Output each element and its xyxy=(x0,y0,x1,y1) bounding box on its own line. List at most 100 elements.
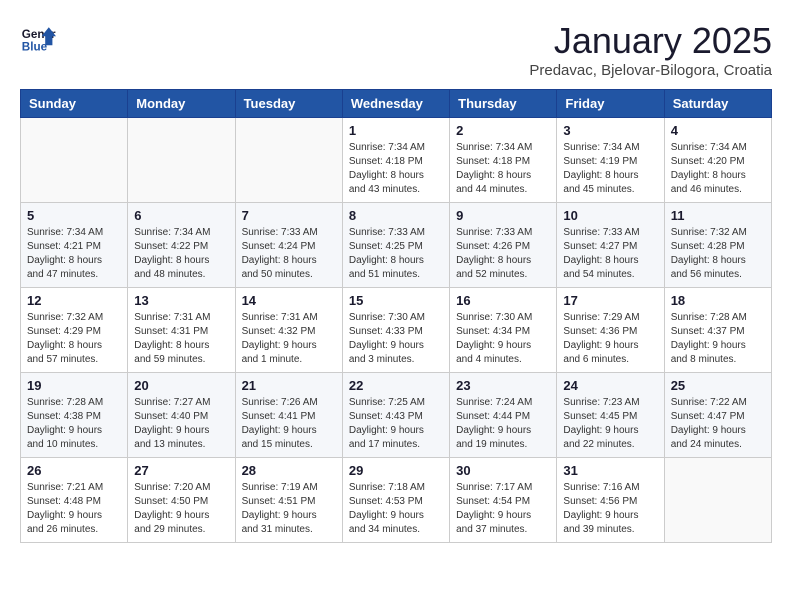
day-number: 17 xyxy=(563,293,657,308)
weekday-header-cell: Monday xyxy=(128,90,235,118)
day-number: 7 xyxy=(242,208,336,223)
day-info: Sunrise: 7:34 AM Sunset: 4:21 PM Dayligh… xyxy=(27,226,121,282)
calendar-day-cell: 24Sunrise: 7:23 AM Sunset: 4:45 PM Dayli… xyxy=(557,373,664,458)
calendar-day-cell: 10 Sunrise: 7:33 AM Sunset: 4:27 PM Dayli… xyxy=(557,203,664,288)
day-number: 6 xyxy=(134,208,228,223)
day-info: Sunrise: 7:22 AM Sunset: 4:47 PM Dayligh… xyxy=(671,396,765,452)
title-section: January 2025 Predavac, Bjelovar-Bilogora… xyxy=(529,20,772,79)
day-number: 22 xyxy=(349,378,443,393)
weekday-header-cell: Friday xyxy=(557,90,664,118)
weekday-header-cell: Sunday xyxy=(21,90,128,118)
weekday-header-cell: Wednesday xyxy=(342,90,449,118)
day-info: Sunrise: 7:33 AM Sunset: 4:24 PM Dayligh… xyxy=(242,226,336,282)
calendar-week-row: 19 Sunrise: 7:28 AM Sunset: 4:38 PM Dayli… xyxy=(21,373,772,458)
location-subtitle: Predavac, Bjelovar-Bilogora, Croatia xyxy=(529,62,772,79)
calendar-day-cell: 5 Sunrise: 7:34 AM Sunset: 4:21 PM Daylig… xyxy=(21,203,128,288)
calendar-day-cell: 6 Sunrise: 7:34 AM Sunset: 4:22 PM Daylig… xyxy=(128,203,235,288)
day-number: 25 xyxy=(671,378,765,393)
day-number: 30 xyxy=(456,463,550,478)
day-number: 20 xyxy=(134,378,228,393)
calendar-table: SundayMondayTuesdayWednesdayThursdayFrid… xyxy=(20,89,772,543)
day-info: Sunrise: 7:31 AM Sunset: 4:31 PM Dayligh… xyxy=(134,311,228,367)
page-header: General Blue January 2025 Predavac, Bjel… xyxy=(20,20,772,79)
day-number: 19 xyxy=(27,378,121,393)
day-number: 8 xyxy=(349,208,443,223)
day-number: 14 xyxy=(242,293,336,308)
calendar-day-cell: 30 Sunrise: 7:17 AM Sunset: 4:54 PM Dayli… xyxy=(450,458,557,543)
day-number: 12 xyxy=(27,293,121,308)
day-number: 24 xyxy=(563,378,657,393)
calendar-day-cell xyxy=(235,118,342,203)
day-info: Sunrise: 7:34 AM Sunset: 4:22 PM Dayligh… xyxy=(134,226,228,282)
day-number: 26 xyxy=(27,463,121,478)
calendar-body: 1Sunrise: 7:34 AM Sunset: 4:18 PM Daylig… xyxy=(21,118,772,543)
calendar-day-cell: 8 Sunrise: 7:33 AM Sunset: 4:25 PM Daylig… xyxy=(342,203,449,288)
calendar-day-cell: 13 Sunrise: 7:31 AM Sunset: 4:31 PM Dayli… xyxy=(128,288,235,373)
calendar-day-cell: 19 Sunrise: 7:28 AM Sunset: 4:38 PM Dayli… xyxy=(21,373,128,458)
day-info: Sunrise: 7:34 AM Sunset: 4:18 PM Dayligh… xyxy=(349,141,443,197)
day-number: 4 xyxy=(671,123,765,138)
calendar-day-cell: 11 Sunrise: 7:32 AM Sunset: 4:28 PM Dayli… xyxy=(664,203,771,288)
day-info: Sunrise: 7:34 AM Sunset: 4:19 PM Dayligh… xyxy=(563,141,657,197)
day-info: Sunrise: 7:31 AM Sunset: 4:32 PM Dayligh… xyxy=(242,311,336,367)
day-info: Sunrise: 7:26 AM Sunset: 4:41 PM Dayligh… xyxy=(242,396,336,452)
calendar-day-cell: 21 Sunrise: 7:26 AM Sunset: 4:41 PM Dayli… xyxy=(235,373,342,458)
day-info: Sunrise: 7:28 AM Sunset: 4:38 PM Dayligh… xyxy=(27,396,121,452)
calendar-day-cell: 17 Sunrise: 7:29 AM Sunset: 4:36 PM Dayli… xyxy=(557,288,664,373)
day-info: Sunrise: 7:34 AM Sunset: 4:20 PM Dayligh… xyxy=(671,141,765,197)
day-number: 18 xyxy=(671,293,765,308)
day-number: 3 xyxy=(563,123,657,138)
day-info: Sunrise: 7:19 AM Sunset: 4:51 PM Dayligh… xyxy=(242,481,336,537)
day-info: Sunrise: 7:32 AM Sunset: 4:29 PM Dayligh… xyxy=(27,311,121,367)
day-info: Sunrise: 7:28 AM Sunset: 4:37 PM Dayligh… xyxy=(671,311,765,367)
calendar-day-cell: 26Sunrise: 7:21 AM Sunset: 4:48 PM Dayli… xyxy=(21,458,128,543)
calendar-day-cell: 9Sunrise: 7:33 AM Sunset: 4:26 PM Daylig… xyxy=(450,203,557,288)
day-info: Sunrise: 7:34 AM Sunset: 4:18 PM Dayligh… xyxy=(456,141,550,197)
day-info: Sunrise: 7:18 AM Sunset: 4:53 PM Dayligh… xyxy=(349,481,443,537)
calendar-day-cell: 14 Sunrise: 7:31 AM Sunset: 4:32 PM Dayli… xyxy=(235,288,342,373)
calendar-week-row: 1Sunrise: 7:34 AM Sunset: 4:18 PM Daylig… xyxy=(21,118,772,203)
day-info: Sunrise: 7:33 AM Sunset: 4:25 PM Dayligh… xyxy=(349,226,443,282)
day-number: 11 xyxy=(671,208,765,223)
day-number: 5 xyxy=(27,208,121,223)
calendar-day-cell: 3 Sunrise: 7:34 AM Sunset: 4:19 PM Daylig… xyxy=(557,118,664,203)
calendar-week-row: 5 Sunrise: 7:34 AM Sunset: 4:21 PM Daylig… xyxy=(21,203,772,288)
calendar-week-row: 12 Sunrise: 7:32 AM Sunset: 4:29 PM Dayli… xyxy=(21,288,772,373)
calendar-day-cell: 23Sunrise: 7:24 AM Sunset: 4:44 PM Dayli… xyxy=(450,373,557,458)
calendar-day-cell: 4 Sunrise: 7:34 AM Sunset: 4:20 PM Daylig… xyxy=(664,118,771,203)
day-info: Sunrise: 7:29 AM Sunset: 4:36 PM Dayligh… xyxy=(563,311,657,367)
day-number: 13 xyxy=(134,293,228,308)
day-number: 2 xyxy=(456,123,550,138)
calendar-day-cell: 29Sunrise: 7:18 AM Sunset: 4:53 PM Dayli… xyxy=(342,458,449,543)
calendar-day-cell: 2 Sunrise: 7:34 AM Sunset: 4:18 PM Daylig… xyxy=(450,118,557,203)
month-title: January 2025 xyxy=(529,20,772,62)
day-number: 15 xyxy=(349,293,443,308)
weekday-header-cell: Thursday xyxy=(450,90,557,118)
calendar-day-cell: 1Sunrise: 7:34 AM Sunset: 4:18 PM Daylig… xyxy=(342,118,449,203)
day-info: Sunrise: 7:30 AM Sunset: 4:33 PM Dayligh… xyxy=(349,311,443,367)
day-info: Sunrise: 7:17 AM Sunset: 4:54 PM Dayligh… xyxy=(456,481,550,537)
logo-icon: General Blue xyxy=(20,20,56,56)
day-info: Sunrise: 7:20 AM Sunset: 4:50 PM Dayligh… xyxy=(134,481,228,537)
svg-text:Blue: Blue xyxy=(22,41,48,54)
day-info: Sunrise: 7:33 AM Sunset: 4:27 PM Dayligh… xyxy=(563,226,657,282)
day-info: Sunrise: 7:32 AM Sunset: 4:28 PM Dayligh… xyxy=(671,226,765,282)
calendar-day-cell: 20 Sunrise: 7:27 AM Sunset: 4:40 PM Dayli… xyxy=(128,373,235,458)
logo: General Blue xyxy=(20,20,56,56)
calendar-week-row: 26Sunrise: 7:21 AM Sunset: 4:48 PM Dayli… xyxy=(21,458,772,543)
calendar-day-cell: 18 Sunrise: 7:28 AM Sunset: 4:37 PM Dayli… xyxy=(664,288,771,373)
day-number: 9 xyxy=(456,208,550,223)
calendar-day-cell xyxy=(128,118,235,203)
calendar-day-cell: 16Sunrise: 7:30 AM Sunset: 4:34 PM Dayli… xyxy=(450,288,557,373)
day-number: 21 xyxy=(242,378,336,393)
day-number: 31 xyxy=(563,463,657,478)
day-number: 10 xyxy=(563,208,657,223)
calendar-day-cell: 7 Sunrise: 7:33 AM Sunset: 4:24 PM Daylig… xyxy=(235,203,342,288)
calendar-day-cell: 25 Sunrise: 7:22 AM Sunset: 4:47 PM Dayli… xyxy=(664,373,771,458)
calendar-day-cell: 28 Sunrise: 7:19 AM Sunset: 4:51 PM Dayli… xyxy=(235,458,342,543)
weekday-header-row: SundayMondayTuesdayWednesdayThursdayFrid… xyxy=(21,90,772,118)
day-info: Sunrise: 7:27 AM Sunset: 4:40 PM Dayligh… xyxy=(134,396,228,452)
day-number: 28 xyxy=(242,463,336,478)
day-info: Sunrise: 7:25 AM Sunset: 4:43 PM Dayligh… xyxy=(349,396,443,452)
day-info: Sunrise: 7:24 AM Sunset: 4:44 PM Dayligh… xyxy=(456,396,550,452)
